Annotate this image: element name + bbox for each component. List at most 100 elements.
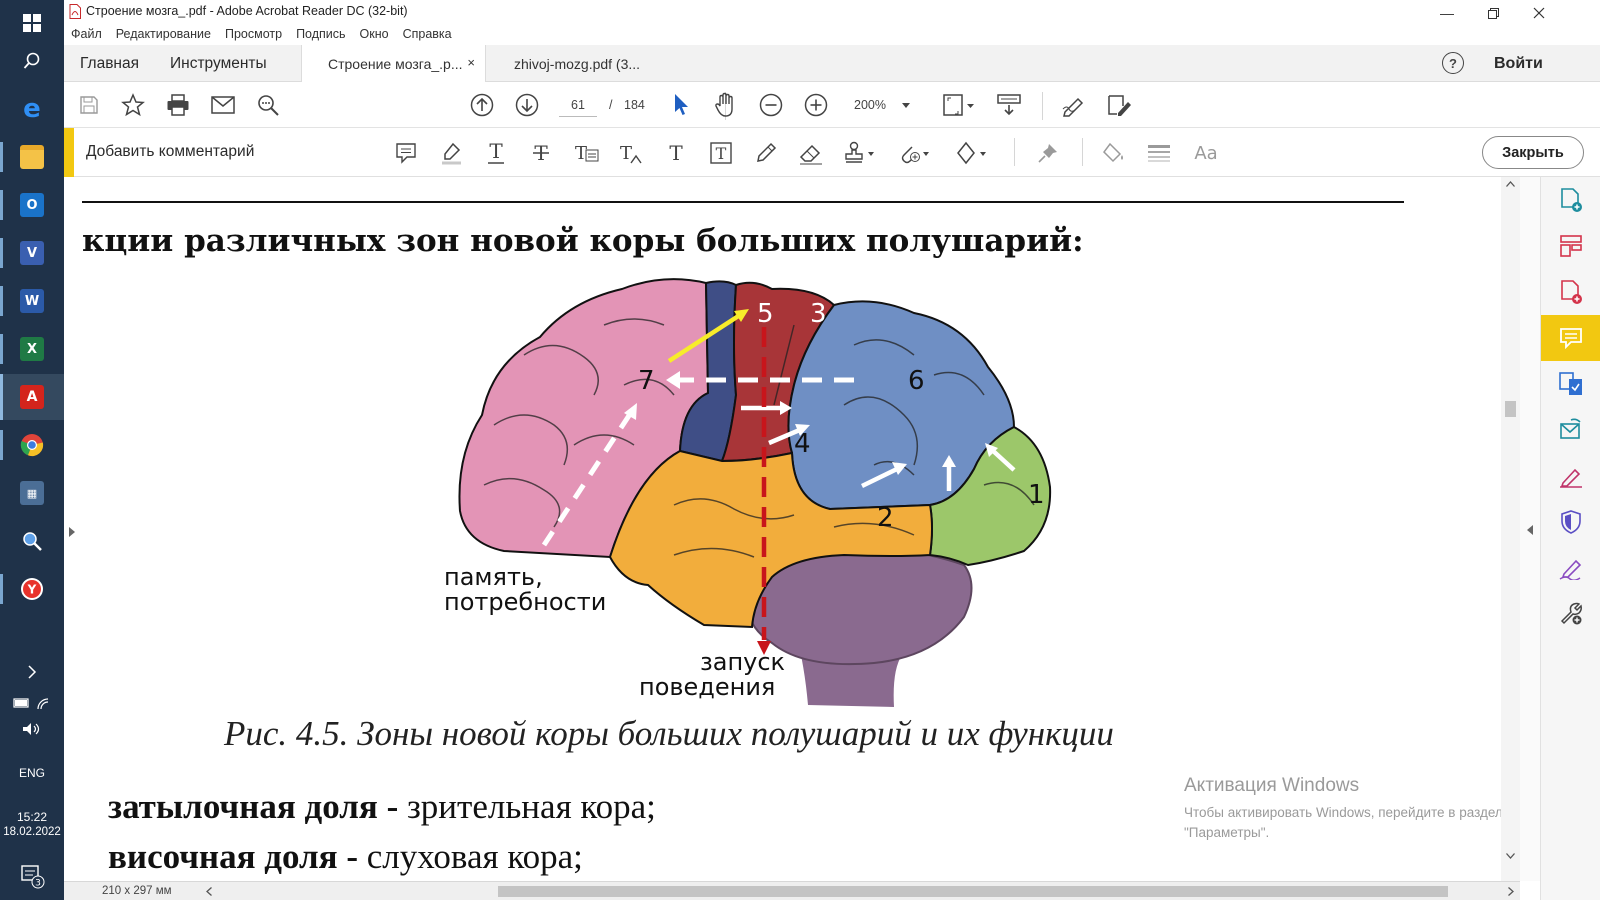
tab-close-icon[interactable]: × (467, 55, 475, 70)
insert-text-button[interactable]: T (615, 138, 647, 168)
tray-network[interactable] (0, 690, 64, 716)
font-icon: Aa (1194, 143, 1217, 164)
stamp-button[interactable] (840, 138, 878, 168)
taskbar-visio[interactable]: V (0, 230, 64, 276)
taskbar-word[interactable]: W (0, 278, 64, 324)
color-button[interactable] (1098, 138, 1130, 168)
taskbar-calculator[interactable]: ▦ (0, 470, 64, 516)
search-button[interactable] (0, 38, 64, 84)
sticky-note-button[interactable] (390, 138, 422, 168)
minimize-button[interactable]: — (1424, 2, 1470, 24)
activation-title: Активация Windows (1184, 775, 1360, 796)
select-tool-button[interactable] (666, 91, 696, 119)
svg-text:T: T (669, 141, 683, 165)
tool-organize-pages[interactable] (1541, 223, 1600, 269)
restore-button[interactable] (1470, 2, 1516, 24)
zone-label-7: 7 (638, 366, 655, 396)
print-button[interactable] (163, 91, 193, 119)
taskbar-search-app[interactable] (0, 518, 64, 564)
clock-date[interactable]: 18.02.2022 (0, 826, 64, 838)
tool-create-pdf[interactable] (1541, 269, 1600, 315)
excel-icon: X (20, 337, 44, 361)
tray-expand-button[interactable] (0, 657, 64, 687)
tool-protect[interactable] (1541, 499, 1600, 545)
main-toolbar: 61 / 184 200% (64, 82, 1600, 128)
tool-export-pdf[interactable] (1541, 177, 1600, 223)
menu-view[interactable]: Просмотр (218, 24, 289, 45)
action-center-button[interactable]: 3 (0, 853, 64, 899)
close-window-button[interactable] (1516, 2, 1562, 24)
zoom-select[interactable]: 200% (844, 93, 916, 117)
zoom-value: 200% (854, 98, 886, 112)
find-button[interactable] (253, 91, 283, 119)
line-thickness-button[interactable] (1143, 138, 1175, 168)
tool-fill-sign[interactable] (1541, 453, 1600, 499)
left-panel-toggle[interactable] (69, 527, 75, 540)
bookmark-star-button[interactable] (118, 91, 148, 119)
edit-pdf-button[interactable] (1104, 91, 1134, 119)
next-page-button[interactable] (512, 91, 542, 119)
tool-request-signature[interactable] (1541, 545, 1600, 591)
add-text-button[interactable]: T (660, 138, 692, 168)
language-indicator[interactable]: ENG (0, 766, 64, 780)
help-button[interactable]: ? (1442, 52, 1464, 74)
taskbar-explorer[interactable] (0, 134, 64, 180)
taskbar-yandex[interactable]: Y (0, 566, 64, 612)
drawing-tools-button[interactable] (952, 138, 990, 168)
tray-volume[interactable] (0, 716, 64, 742)
menu-file[interactable]: Файл (64, 24, 109, 45)
signin-button[interactable]: Войти (1494, 45, 1543, 82)
shield-icon (1561, 510, 1581, 534)
strikethrough-button[interactable]: T (525, 138, 557, 168)
tool-send-for-signature[interactable] (1541, 407, 1600, 453)
clock-time[interactable]: 15:22 (0, 810, 64, 824)
scroll-left-icon[interactable] (206, 887, 212, 896)
highlight-button[interactable] (435, 138, 467, 168)
vertical-scroll-thumb[interactable] (1505, 401, 1516, 417)
attach-file-button[interactable] (895, 138, 933, 168)
font-button[interactable]: Aa (1188, 138, 1224, 168)
underline-text-button[interactable]: T (480, 138, 512, 168)
taskbar-acrobat[interactable]: A (0, 374, 64, 420)
zoom-out-button[interactable] (756, 91, 786, 119)
scroll-right-icon[interactable] (1508, 887, 1514, 896)
help-icon: ? (1449, 55, 1457, 71)
menu-help[interactable]: Справка (396, 24, 459, 45)
tab-tools[interactable]: Инструменты (170, 45, 267, 82)
scroll-mode-button[interactable] (992, 91, 1026, 119)
replace-text-icon: T (575, 143, 599, 164)
save-button[interactable] (74, 91, 104, 119)
horizontal-scroll-thumb[interactable] (498, 886, 1448, 897)
taskbar-edge[interactable]: e (0, 86, 64, 132)
hand-tool-button[interactable] (711, 91, 741, 119)
menu-sign[interactable]: Подпись (289, 24, 352, 45)
replace-text-button[interactable]: T (570, 138, 602, 168)
tab-document-active[interactable]: Строение мозга_.р... × (301, 45, 486, 82)
zoom-in-button[interactable] (801, 91, 831, 119)
tool-comment[interactable] (1541, 315, 1600, 361)
tool-more-tools[interactable] (1541, 591, 1600, 637)
menu-edit[interactable]: Редактирование (109, 24, 218, 45)
menu-window[interactable]: Окно (353, 24, 396, 45)
text-box-button[interactable]: T (705, 138, 737, 168)
previous-page-button[interactable] (467, 91, 497, 119)
page-number-input[interactable]: 61 (559, 93, 597, 117)
pencil-button[interactable] (750, 138, 782, 168)
taskbar-chrome[interactable] (0, 422, 64, 468)
document-viewport[interactable]: кции различных зон новой коры больших по… (64, 177, 1520, 881)
taskbar-outlook[interactable]: O (0, 182, 64, 228)
tab-document-second[interactable]: zhivoj-mozg.pdf (3... (488, 45, 673, 82)
tab-home[interactable]: Главная (80, 45, 139, 82)
pin-button[interactable] (1032, 138, 1064, 168)
fill-sign-button[interactable] (1060, 91, 1090, 119)
vertical-scrollbar[interactable] (1501, 177, 1520, 881)
tool-convert[interactable] (1541, 361, 1600, 407)
page-layout-button[interactable] (939, 91, 979, 119)
email-button[interactable] (208, 91, 238, 119)
star-icon (121, 93, 145, 117)
close-comment-button[interactable]: Закрыть (1482, 136, 1584, 169)
taskbar-excel[interactable]: X (0, 326, 64, 372)
comment-icon (1560, 328, 1582, 349)
triangle-left-icon[interactable] (1527, 525, 1533, 535)
eraser-button[interactable] (795, 138, 827, 168)
